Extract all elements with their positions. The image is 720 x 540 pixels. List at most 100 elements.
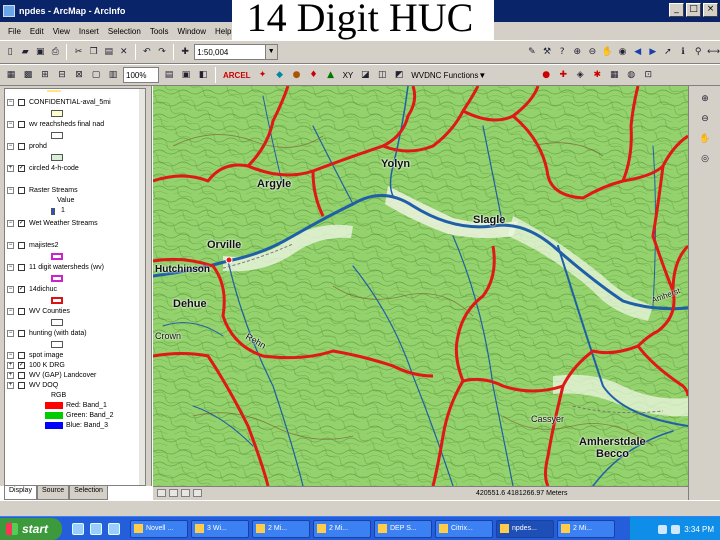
toc-scrollbar[interactable]	[139, 89, 145, 485]
layer-item[interactable]: − spot image	[7, 352, 63, 359]
maximize-button[interactable]: □	[686, 3, 701, 17]
zoom-whole-page-icon[interactable]: ▩	[21, 68, 35, 82]
layer-item[interactable]: + ✓ circled 4-h-code	[7, 165, 79, 172]
xy-button[interactable]: XY	[341, 71, 356, 80]
functions-dropdown[interactable]: WVDNC Functions▼	[409, 67, 494, 83]
task-button[interactable]: 2 Mi...	[557, 519, 615, 538]
draw-tool-icon[interactable]	[157, 489, 166, 497]
layer-checkbox[interactable]	[18, 242, 25, 249]
collapse-icon[interactable]: −	[7, 220, 14, 227]
find-icon[interactable]: ⚲	[692, 45, 704, 59]
zoom-out-icon[interactable]: ⊖	[698, 112, 712, 126]
zoom-in-icon[interactable]: ⊕	[698, 92, 712, 106]
minimize-button[interactable]: _	[669, 3, 684, 17]
toggle-draft-icon[interactable]: ▤	[162, 68, 176, 82]
collapse-icon[interactable]: −	[7, 352, 14, 359]
scale-combo[interactable]: 1:50,004 ▼	[194, 44, 278, 60]
collapse-icon[interactable]: −	[7, 187, 14, 194]
menu-insert[interactable]: Insert	[79, 27, 99, 36]
task-button[interactable]: 3 Wi...	[191, 519, 249, 538]
redo-icon[interactable]: ↷	[156, 45, 168, 59]
undo-icon[interactable]: ↶	[141, 45, 153, 59]
layer-checkbox[interactable]	[18, 121, 25, 128]
menu-window[interactable]: Window	[178, 27, 206, 36]
layer-checkbox[interactable]	[18, 330, 25, 337]
page-pan-icon[interactable]: ▥	[106, 68, 120, 82]
layer-checkbox[interactable]	[18, 308, 25, 315]
task-button[interactable]: DEP S...	[374, 519, 432, 538]
layer-checkbox[interactable]	[18, 264, 25, 271]
tool-icon-g[interactable]: ◫	[375, 68, 389, 82]
layer-checkbox[interactable]: ✓	[18, 362, 25, 369]
ie-icon[interactable]	[72, 522, 84, 535]
tool-icon-k[interactable]: ◈	[573, 68, 587, 82]
pan-icon[interactable]: ✋	[601, 45, 613, 59]
layer-item[interactable]: − prohd	[7, 143, 47, 150]
arctoolbox-icon[interactable]: ⚒	[541, 45, 553, 59]
layer-item[interactable]: + ✓ 100 K DRG	[7, 362, 65, 369]
layout-icon[interactable]: ▦	[4, 68, 18, 82]
menu-edit[interactable]: Edit	[30, 27, 44, 36]
tool-icon-e[interactable]: ▲	[324, 68, 338, 82]
tool-icon-l[interactable]: ✱	[590, 68, 604, 82]
expand-icon[interactable]: +	[7, 382, 14, 389]
collapse-icon[interactable]: −	[7, 308, 14, 315]
select-icon[interactable]: ➚	[662, 45, 674, 59]
open-icon[interactable]: ▰	[19, 45, 31, 59]
start-button[interactable]: start	[0, 517, 62, 540]
layer-item[interactable]: − ✓ Wet Weather Streams	[7, 220, 98, 227]
copy-icon[interactable]: ❐	[88, 45, 100, 59]
layer-checkbox[interactable]	[18, 372, 25, 379]
pan-icon[interactable]: ✋	[698, 132, 712, 146]
tool-icon-d[interactable]: ♦	[307, 68, 321, 82]
arcel-button[interactable]: ARCEL	[221, 71, 253, 80]
desktop-icon[interactable]	[90, 522, 102, 535]
fixed-zoom-icon[interactable]: ⊠	[72, 68, 86, 82]
save-icon[interactable]: ▣	[34, 45, 46, 59]
layer-item[interactable]: + WV DOQ	[7, 382, 58, 389]
layer-item[interactable]: − hunting (with data)	[7, 330, 87, 337]
layer-item[interactable]: + WV (GAP) Landcover	[7, 372, 96, 379]
menu-tools[interactable]: Tools	[150, 27, 169, 36]
zoom-layout-out-icon[interactable]: ⊟	[55, 68, 69, 82]
layer-item[interactable]: − WV Counties	[7, 308, 70, 315]
layer-item[interactable]: − 11 digit watersheds (wv)	[7, 264, 104, 271]
tool-icon-a[interactable]: ✦	[256, 68, 270, 82]
zoom-out-icon[interactable]: ⊖	[586, 45, 598, 59]
expand-icon[interactable]: +	[7, 165, 14, 172]
page-icon[interactable]: ▢	[89, 68, 103, 82]
tab-display[interactable]: Display	[4, 486, 37, 500]
tool-icon-c[interactable]: ●	[290, 68, 304, 82]
measure-icon[interactable]: ⟷	[707, 45, 720, 59]
tab-selection[interactable]: Selection	[69, 486, 108, 500]
collapse-icon[interactable]: −	[7, 330, 14, 337]
layer-item[interactable]: − majistes2	[7, 242, 59, 249]
task-button[interactable]: Novell ...	[130, 519, 188, 538]
tool-icon-n[interactable]: ◍	[624, 68, 638, 82]
menu-help[interactable]: Help	[215, 27, 231, 36]
tray-icon[interactable]	[658, 524, 668, 534]
full-extent-icon[interactable]: ◉	[617, 45, 629, 59]
menu-view[interactable]: View	[53, 27, 70, 36]
layer-checkbox[interactable]	[18, 382, 25, 389]
layer-item[interactable]: − Raster Streams	[7, 187, 78, 194]
tab-source[interactable]: Source	[36, 486, 70, 500]
delete-icon[interactable]: ✕	[118, 45, 130, 59]
layer-checkbox[interactable]: ✓	[18, 286, 25, 293]
collapse-icon[interactable]: −	[7, 99, 14, 106]
expand-icon[interactable]: +	[7, 372, 14, 379]
close-button[interactable]: ×	[703, 3, 718, 17]
task-button-active[interactable]: npdes...	[496, 519, 554, 538]
forward-icon[interactable]: ▶	[647, 45, 659, 59]
layer-item[interactable]: − ✓ 14dichuc	[7, 286, 57, 293]
draw-tool-icon[interactable]	[169, 489, 178, 497]
collapse-icon[interactable]: −	[7, 242, 14, 249]
collapse-icon[interactable]: −	[7, 264, 14, 271]
layer-checkbox[interactable]	[18, 187, 25, 194]
new-icon[interactable]: ▯	[4, 45, 16, 59]
zoom-in-icon[interactable]: ⊕	[571, 45, 583, 59]
globe-icon[interactable]: ◎	[698, 152, 712, 166]
layer-checkbox[interactable]: ✓	[18, 220, 25, 227]
zoom-layout-in-icon[interactable]: ⊞	[38, 68, 52, 82]
layer-checkbox[interactable]	[18, 143, 25, 150]
